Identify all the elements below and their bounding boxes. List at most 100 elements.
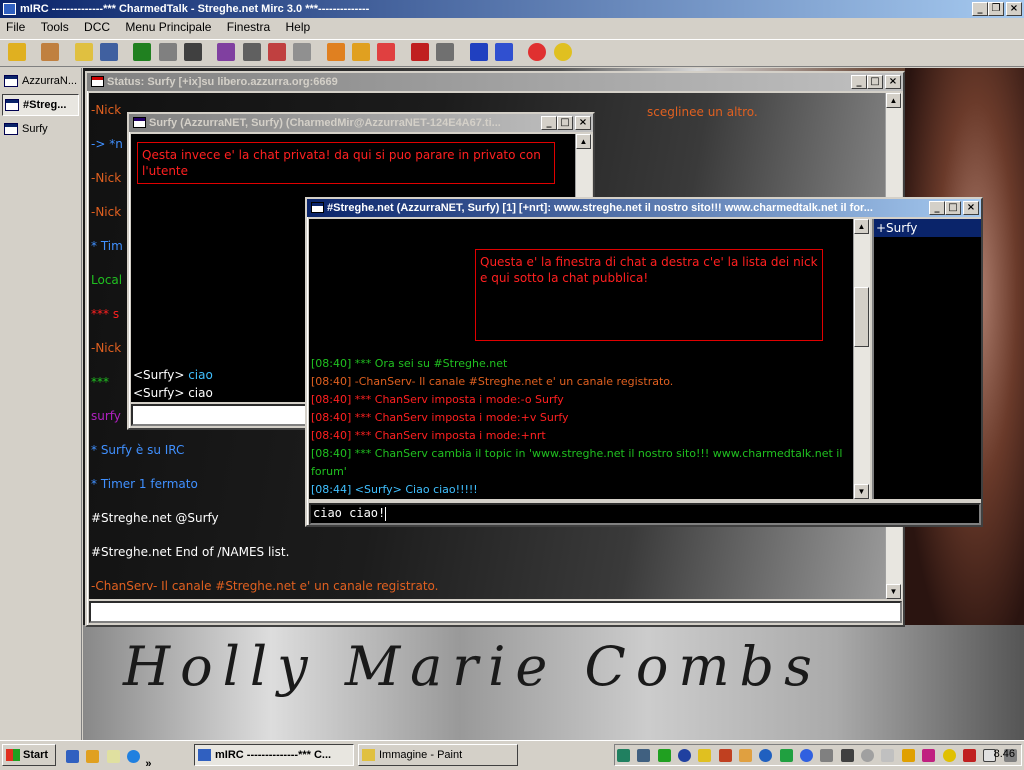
colors-icon[interactable] xyxy=(268,43,287,61)
switchbar-item-streghe[interactable]: #Streg... xyxy=(2,94,79,116)
tray-check-icon[interactable] xyxy=(962,749,976,762)
channels-icon[interactable] xyxy=(74,43,93,61)
switchbar-item-surfy[interactable]: Surfy xyxy=(2,118,79,140)
private-line-nick: <Surfy> xyxy=(133,368,189,382)
address-book-icon[interactable] xyxy=(158,43,177,61)
tray-display-icon[interactable] xyxy=(840,749,854,762)
private-window-title: Surfy (AzzurraNET, Surfy) (CharmedMir@Az… xyxy=(149,117,501,129)
private-scroll-up-icon[interactable]: ▲ xyxy=(576,134,591,149)
tool-c-icon[interactable] xyxy=(377,43,396,61)
tray-help-icon[interactable] xyxy=(800,749,814,762)
menu-finestra[interactable]: Finestra xyxy=(221,18,276,36)
tray-sync-icon[interactable] xyxy=(657,749,671,762)
private-minimize-icon[interactable]: _ xyxy=(541,116,557,130)
restore-icon[interactable]: ❐ xyxy=(988,2,1004,16)
tray-disk-icon[interactable] xyxy=(861,749,875,762)
dcc-send-icon[interactable] xyxy=(217,43,236,61)
taskbar-button[interactable]: mIRC --------------*** C... xyxy=(194,744,354,766)
private-close-icon[interactable]: × xyxy=(575,116,591,130)
scripts-icon[interactable] xyxy=(133,43,152,61)
tray-smiley-icon[interactable] xyxy=(942,749,956,762)
channel-line: [08:40] *** Ora sei su #Streghe.net xyxy=(311,357,508,370)
channel-minimize-icon[interactable]: _ xyxy=(929,201,945,215)
tool-e-icon[interactable] xyxy=(436,43,455,61)
tray-volume-icon[interactable] xyxy=(698,749,712,762)
status-window-titlebar[interactable]: Status: Surfy [+ix]su libero.azzurra.org… xyxy=(87,73,903,91)
scroll-down-icon[interactable]: ▼ xyxy=(886,584,901,599)
menu-tools[interactable]: Tools xyxy=(35,18,75,36)
channel-scroll-up-icon[interactable]: ▲ xyxy=(854,219,869,234)
channel-close-icon[interactable]: × xyxy=(963,201,979,215)
list-icon[interactable] xyxy=(100,43,119,61)
nick-list[interactable]: +Surfy xyxy=(872,219,981,499)
tile-icon[interactable] xyxy=(469,43,488,61)
channel-scrollbar[interactable]: ▲ ▼ xyxy=(853,219,870,499)
outlook-icon[interactable] xyxy=(66,750,79,763)
menu-help[interactable]: Help xyxy=(279,18,316,36)
app-titlebar: mIRC --------------*** CharmedTalk - Str… xyxy=(0,0,1024,18)
options-icon[interactable] xyxy=(41,43,60,61)
private-maximize-icon[interactable]: □ xyxy=(557,116,573,130)
tray-clock[interactable]: 8.46 xyxy=(994,748,1015,760)
menu-dcc[interactable]: DCC xyxy=(78,18,116,36)
channel-line: [08:40] -ChanServ- Il canale #Streghe.ne… xyxy=(311,375,674,388)
channel-scroll-thumb[interactable] xyxy=(854,287,869,347)
channel-window[interactable]: #Streghe.net (AzzurraNET, Surfy) [1] [+n… xyxy=(305,197,983,527)
tool-b-icon[interactable] xyxy=(352,43,371,61)
private-window-titlebar[interactable]: Surfy (AzzurraNET, Surfy) (CharmedMir@Az… xyxy=(129,114,593,132)
quick-launch-more-icon[interactable]: » xyxy=(145,758,151,770)
taskbar-button[interactable]: Immagine - Paint xyxy=(358,744,518,766)
private-window-icon-small xyxy=(133,117,146,128)
menu-file[interactable]: File xyxy=(0,18,31,36)
tray-monitor-icon[interactable] xyxy=(637,749,651,762)
tray-messenger-icon[interactable] xyxy=(678,749,692,762)
tray-antivirus-icon[interactable] xyxy=(718,749,732,762)
tray-shield-icon[interactable] xyxy=(779,749,793,762)
tray-mirc-icon[interactable] xyxy=(901,749,915,762)
channel-window-title: #Streghe.net (AzzurraNET, Surfy) [1] [+n… xyxy=(327,202,873,214)
status-close-icon[interactable]: × xyxy=(885,75,901,89)
status-window-title: Status: Surfy [+ix]su libero.azzurra.org… xyxy=(107,76,338,88)
minimize-icon[interactable]: _ xyxy=(972,2,988,16)
media-player-icon[interactable] xyxy=(86,750,100,763)
status-line: #Streghe.net End of /NAMES list. xyxy=(91,545,290,559)
close-icon[interactable]: × xyxy=(1006,2,1022,16)
channel-scroll-down-icon[interactable]: ▼ xyxy=(854,484,869,499)
timer-icon[interactable] xyxy=(242,43,261,61)
start-button[interactable]: Start xyxy=(2,744,56,766)
channel-input[interactable]: ciao ciao! xyxy=(309,503,981,525)
channel-input-value: ciao ciao! xyxy=(313,506,386,520)
tray-tool-icon[interactable] xyxy=(820,749,834,762)
tray-edit-icon[interactable] xyxy=(739,749,753,762)
scroll-up-icon[interactable]: ▲ xyxy=(886,93,901,108)
status-minimize-icon[interactable]: _ xyxy=(851,75,867,89)
tray-globe-icon[interactable] xyxy=(759,749,773,762)
menu-menu-principale[interactable]: Menu Principale xyxy=(119,18,217,36)
app-icon xyxy=(3,3,16,15)
status-maximize-icon[interactable]: □ xyxy=(867,75,883,89)
internet-explorer-icon[interactable] xyxy=(127,750,141,763)
channel-maximize-icon[interactable]: □ xyxy=(945,201,961,215)
log-icon[interactable] xyxy=(293,43,312,61)
windows-logo-icon xyxy=(6,749,20,761)
notify-icon[interactable] xyxy=(184,43,203,61)
connect-icon[interactable] xyxy=(8,43,26,61)
status-input[interactable] xyxy=(89,601,902,623)
tool-a-icon[interactable] xyxy=(326,43,345,61)
tool-d-icon[interactable] xyxy=(410,43,429,61)
switchbar-item-azzurranet[interactable]: AzzurraN... xyxy=(2,70,79,92)
channel-window-titlebar[interactable]: #Streghe.net (AzzurraNET, Surfy) [1] [+n… xyxy=(307,199,981,217)
channel-line: forum' xyxy=(311,465,347,478)
channel-line: [08:40] *** ChanServ imposta i mode:+v S… xyxy=(311,411,569,424)
notepad-icon[interactable] xyxy=(106,750,120,763)
status-window-icon-small xyxy=(91,76,104,87)
nick-list-item[interactable]: +Surfy xyxy=(874,219,981,237)
app-title: mIRC --------------*** CharmedTalk - Str… xyxy=(20,3,370,15)
tray-schedule-icon[interactable] xyxy=(881,749,895,762)
cascade-icon[interactable] xyxy=(494,43,513,61)
about-icon[interactable] xyxy=(553,43,572,61)
help-icon[interactable] xyxy=(528,43,547,61)
tray-palette-icon[interactable] xyxy=(922,749,936,762)
system-tray: 8.46 xyxy=(614,744,1022,766)
tray-network-icon[interactable] xyxy=(617,749,630,762)
